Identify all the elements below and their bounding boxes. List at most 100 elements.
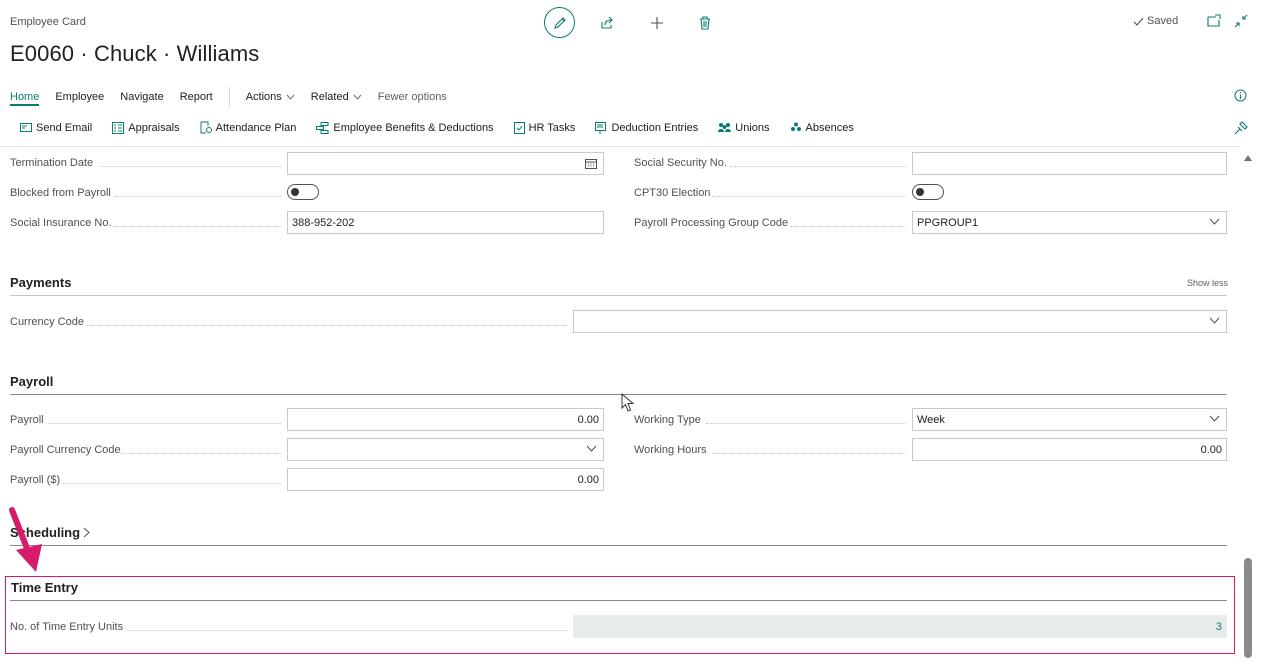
- share-button[interactable]: [599, 15, 615, 31]
- check-icon: [1133, 17, 1144, 26]
- payroll-usd-value: 0.00: [577, 473, 599, 486]
- chevron-down-icon: [353, 94, 362, 100]
- show-less-button[interactable]: Show less: [1187, 278, 1228, 288]
- social-security-input[interactable]: [912, 152, 1227, 175]
- payroll-usd-input[interactable]: 0.00: [287, 468, 604, 491]
- payments-section-title[interactable]: Payments: [10, 275, 71, 290]
- hr-tasks-action[interactable]: HR Tasks: [513, 121, 576, 134]
- dots-leader: [730, 166, 906, 167]
- deduction-entries-action[interactable]: Deduction Entries: [595, 121, 698, 134]
- appraisals-label: Appraisals: [128, 121, 180, 134]
- absences-icon: [790, 122, 801, 131]
- cpt30-label: CPT30 Election: [634, 187, 711, 199]
- menu-home[interactable]: Home: [10, 91, 40, 106]
- dots-leader: [712, 196, 906, 197]
- open-new-window-icon[interactable]: [1207, 14, 1221, 28]
- hr-tasks-label: HR Tasks: [528, 121, 576, 134]
- dots-leader: [112, 226, 281, 227]
- card-type-label: Employee Card: [10, 16, 86, 28]
- info-icon[interactable]: [1234, 89, 1247, 102]
- action-bar-divider: [0, 146, 1240, 147]
- chevron-down-icon: [286, 94, 295, 100]
- send-email-action[interactable]: Send Email: [20, 122, 92, 134]
- dots-leader: [115, 196, 281, 197]
- termination-date-input[interactable]: [287, 152, 604, 175]
- fewer-options-button[interactable]: Fewer options: [378, 91, 447, 103]
- dots-leader: [101, 166, 281, 167]
- chevron-down-icon: [1209, 218, 1220, 225]
- dots-leader: [121, 453, 281, 454]
- working-type-label: Working Type: [634, 414, 701, 426]
- chevron-down-icon: [586, 445, 597, 452]
- action-bar: Send Email Appraisals Attendance Plan Em…: [20, 121, 874, 134]
- dots-leader: [706, 423, 906, 424]
- delete-button[interactable]: [697, 15, 713, 31]
- vertical-scrollbar[interactable]: [1241, 150, 1255, 667]
- scroll-up-icon[interactable]: [1243, 154, 1253, 162]
- annotation-arrow-icon: [9, 507, 42, 572]
- calendar-icon[interactable]: [585, 158, 597, 169]
- working-hours-value: 0.00: [1200, 443, 1222, 456]
- menu-related[interactable]: Related: [311, 91, 362, 103]
- send-email-label: Send Email: [36, 121, 93, 134]
- employee-benefits-label: Employee Benefits & Deductions: [333, 121, 494, 134]
- scroll-thumb[interactable]: [1244, 558, 1252, 658]
- payroll-usd-label: Payroll ($): [10, 474, 61, 486]
- unions-icon: [718, 123, 732, 132]
- payroll-label: Payroll: [10, 414, 44, 426]
- menu-employee[interactable]: Employee: [55, 91, 104, 103]
- absences-action[interactable]: Absences: [790, 122, 854, 134]
- working-type-select[interactable]: Week: [912, 408, 1227, 431]
- unions-label: Unions: [735, 121, 770, 134]
- payroll-section-title[interactable]: Payroll: [10, 374, 53, 389]
- attendance-plan-action[interactable]: Attendance Plan: [200, 121, 297, 134]
- dots-leader: [63, 483, 281, 484]
- blocked-payroll-toggle[interactable]: [287, 184, 319, 200]
- payroll-group-label: Payroll Processing Group Code: [634, 217, 789, 229]
- chevron-down-icon: [1209, 415, 1220, 422]
- absences-label: Absences: [805, 121, 854, 134]
- working-hours-label: Working Hours: [634, 444, 707, 456]
- collapse-icon[interactable]: [1234, 14, 1248, 28]
- personalize-icon[interactable]: [1234, 121, 1248, 135]
- dots-leader: [790, 226, 906, 227]
- deduction-icon: [595, 121, 607, 134]
- toggle-knob: [916, 188, 924, 196]
- attendance-icon: [200, 121, 212, 134]
- currency-code-select[interactable]: [573, 310, 1227, 333]
- benefits-icon: [316, 121, 329, 134]
- payroll-input[interactable]: 0.00: [287, 408, 604, 431]
- payroll-currency-select[interactable]: [287, 438, 604, 461]
- edit-button[interactable]: [544, 7, 575, 38]
- menu-report[interactable]: Report: [180, 91, 213, 103]
- dots-leader: [48, 423, 281, 424]
- social-insurance-value: 388-952-202: [292, 216, 355, 229]
- menu-actions[interactable]: Actions: [246, 91, 295, 103]
- trash-icon: [700, 15, 710, 30]
- payroll-value: 0.00: [577, 413, 599, 426]
- social-security-label: Social Security No.: [634, 157, 727, 169]
- appraisals-action[interactable]: Appraisals: [112, 121, 180, 134]
- section-divider: [10, 545, 1227, 546]
- social-insurance-label: Social Insurance No.: [10, 217, 112, 229]
- tasks-icon: [513, 122, 525, 134]
- social-insurance-input[interactable]: 388-952-202: [287, 211, 604, 234]
- menu-related-label: Related: [310, 91, 349, 103]
- section-divider: [10, 295, 1227, 296]
- page-title: E0060 · Chuck · Williams: [10, 41, 260, 66]
- toggle-knob: [291, 188, 299, 196]
- working-type-value: Week: [917, 413, 945, 426]
- payroll-group-select[interactable]: PPGROUP1: [912, 211, 1227, 234]
- cpt30-toggle[interactable]: [912, 184, 944, 200]
- payroll-group-value: PPGROUP1: [917, 216, 979, 229]
- menu-navigate[interactable]: Navigate: [120, 91, 163, 103]
- saved-label: Saved: [1147, 15, 1179, 27]
- currency-code-label: Currency Code: [10, 316, 84, 328]
- chevron-right-icon: [83, 527, 90, 538]
- unions-action[interactable]: Unions: [718, 121, 770, 134]
- top-actions: [544, 7, 713, 38]
- new-button[interactable]: [649, 15, 665, 31]
- attendance-plan-label: Attendance Plan: [215, 121, 297, 134]
- working-hours-input[interactable]: 0.00: [912, 438, 1227, 461]
- employee-benefits-action[interactable]: Employee Benefits & Deductions: [316, 121, 494, 134]
